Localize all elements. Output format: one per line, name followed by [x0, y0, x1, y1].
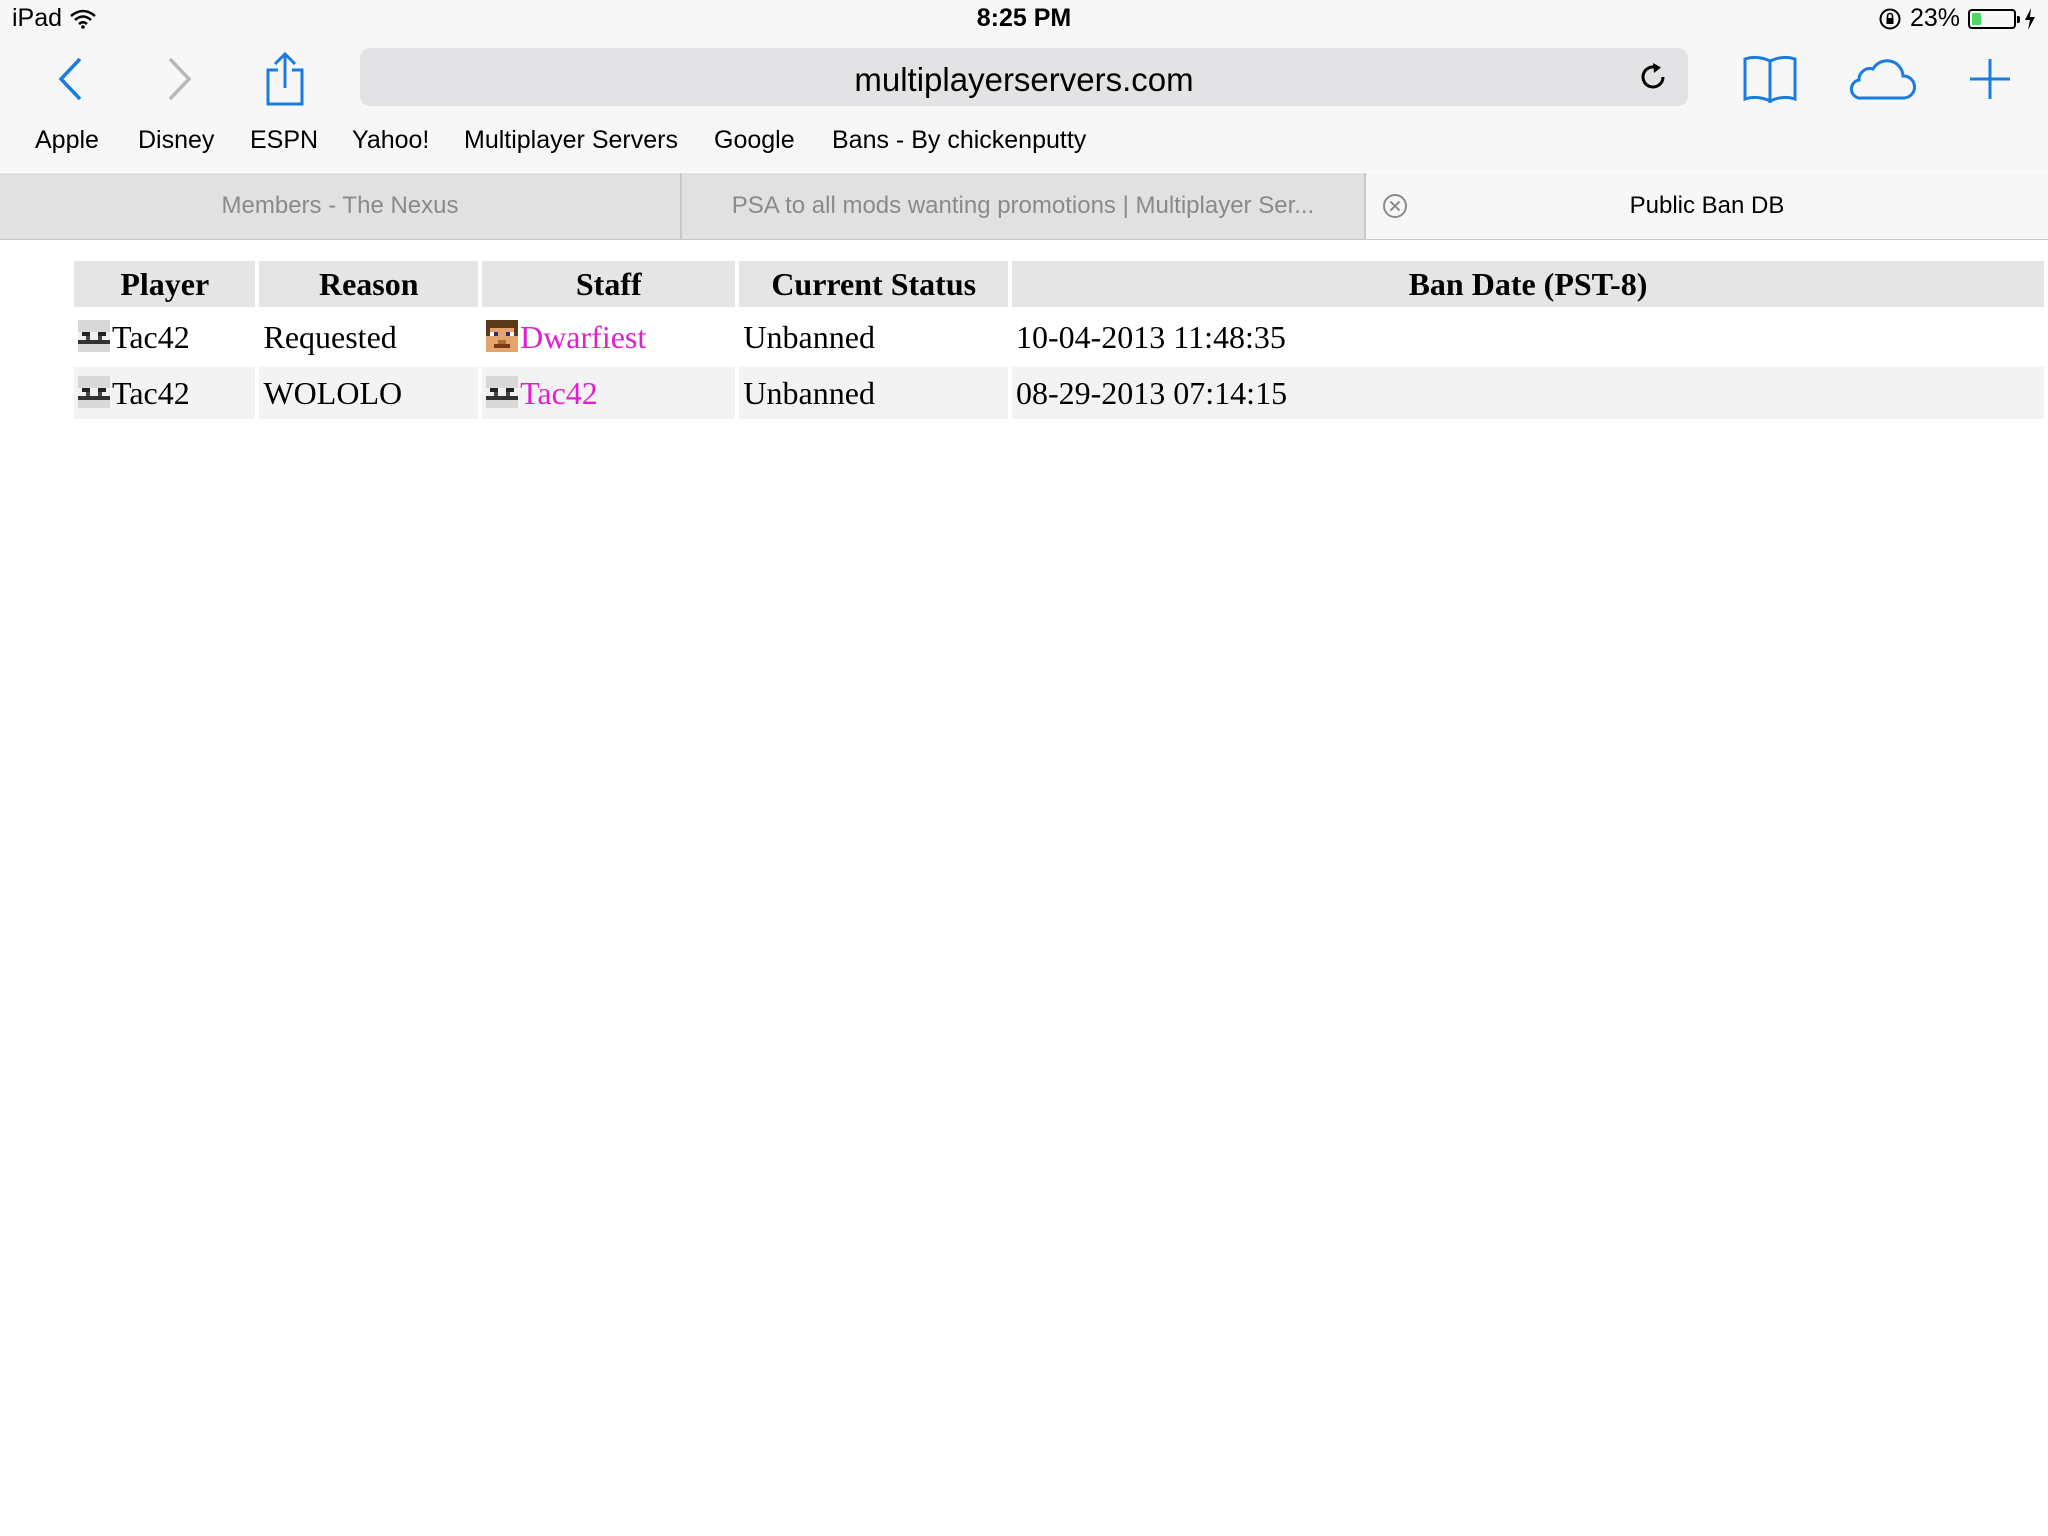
staff-link[interactable]: Dwarfiest — [520, 319, 646, 355]
bookmarks-bar: Apple Disney ESPN Yahoo! Multiplayer Ser… — [0, 118, 2048, 172]
status-bar: iPad 8:25 PM 23% — [0, 0, 2048, 40]
share-icon — [266, 52, 304, 106]
icloud-tabs-button[interactable] — [1840, 40, 1924, 118]
tab-label: Members - The Nexus — [221, 192, 459, 219]
player-head-icon — [78, 375, 110, 408]
battery-icon — [1968, 8, 2020, 29]
ban-table: Player Reason Staff Current Status Ban D… — [70, 257, 2048, 423]
forward-button[interactable] — [150, 40, 210, 118]
reason-cell: WOLOLO — [259, 367, 479, 419]
ban-date-cell: 10-04-2013 11:48:35 — [1015, 318, 1286, 355]
staff-link[interactable]: Tac42 — [520, 375, 598, 411]
column-header-ban-date: Ban Date (PST-8) — [1011, 261, 2044, 307]
status-right: 23% — [1878, 4, 2036, 33]
table-row: Tac42 Requested Dwarfiest Unbanned 10-04… — [74, 311, 2044, 363]
column-header-reason: Reason — [259, 261, 479, 307]
player-head-icon — [486, 319, 519, 352]
new-tab-button[interactable] — [1960, 40, 2020, 118]
address-bar[interactable]: multiplayerservers.com — [360, 48, 1688, 106]
bookmark-multiplayer-servers[interactable]: Multiplayer Servers — [464, 126, 678, 155]
column-header-staff: Staff — [482, 261, 736, 307]
table-header-row: Player Reason Staff Current Status Ban D… — [74, 261, 2044, 307]
player-name: Tac42 — [112, 318, 190, 355]
player-head-icon — [486, 375, 519, 408]
table-row: Tac42 WOLOLO Tac42 Unbanned 08-29-2013 0… — [74, 367, 2044, 419]
status-cell: Unbanned — [739, 367, 1008, 419]
bookmarks-button[interactable] — [1735, 40, 1805, 118]
battery-level — [1972, 12, 1981, 25]
browser-toolbar: multiplayerservers.com — [0, 40, 2048, 118]
staff-cell: Dwarfiest — [482, 311, 735, 363]
charging-icon — [2025, 7, 2035, 30]
bookmarks-icon — [1743, 55, 1797, 104]
tab-label: PSA to all mods wanting promotions | Mul… — [731, 192, 1315, 219]
bookmark-bans[interactable]: Bans - By chickenputty — [832, 126, 1086, 155]
tab-members-nexus[interactable]: Members - The Nexus — [0, 173, 682, 239]
lock-rotation-icon — [1879, 8, 1901, 29]
status-time: 8:25 PM — [976, 4, 1072, 32]
back-icon — [58, 57, 82, 101]
player-name: Tac42 — [112, 374, 190, 411]
player-head-icon — [78, 319, 110, 352]
tab-close-icon[interactable] — [1382, 193, 1408, 219]
reason-cell: Requested — [263, 318, 397, 355]
bookmark-google[interactable]: Google — [714, 126, 795, 155]
status-cell: Unbanned — [743, 318, 875, 355]
bookmark-disney[interactable]: Disney — [138, 126, 214, 155]
bookmark-yahoo[interactable]: Yahoo! — [352, 126, 429, 155]
new-tab-icon — [1970, 59, 2010, 99]
forward-icon — [168, 57, 192, 101]
tab-public-ban-db[interactable]: Public Ban DB — [1366, 173, 2048, 239]
address-url: multiplayerservers.com — [854, 61, 1194, 98]
staff-cell: Tac42 — [482, 367, 736, 419]
column-header-status: Current Status — [739, 261, 1008, 307]
column-header-player: Player — [74, 261, 256, 307]
player-cell: Tac42 — [74, 367, 256, 419]
battery-percent: 23% — [1909, 4, 1960, 32]
tab-bar: Members - The Nexus PSA to all mods want… — [0, 173, 2048, 240]
reload-icon[interactable] — [1636, 60, 1670, 94]
share-button[interactable] — [255, 40, 315, 118]
tab-label: Public Ban DB — [1629, 192, 1785, 219]
player-cell: Tac42 — [74, 311, 255, 363]
tab-psa-mods[interactable]: PSA to all mods wanting promotions | Mul… — [682, 173, 1366, 239]
back-button[interactable] — [40, 40, 100, 118]
icloud-tabs-icon — [1849, 59, 1916, 100]
ban-date-cell: 08-29-2013 07:14:15 — [1011, 367, 2044, 419]
page-content: Player Reason Staff Current Status Ban D… — [0, 240, 2048, 1536]
bookmark-espn[interactable]: ESPN — [250, 126, 318, 155]
bookmark-apple[interactable]: Apple — [35, 126, 99, 155]
